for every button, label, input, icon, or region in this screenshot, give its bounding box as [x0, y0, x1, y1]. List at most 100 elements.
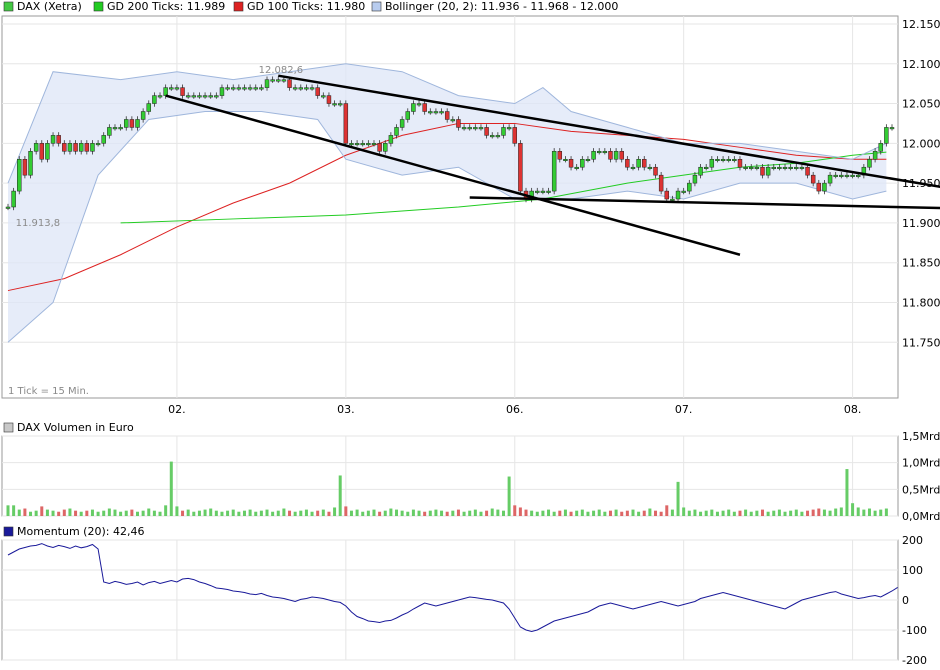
legend-label: GD 200 Ticks: 11.989 — [107, 0, 225, 13]
volume-bar — [862, 509, 866, 516]
momentum-y-tick-label: 100 — [902, 564, 923, 577]
volume-bar — [603, 511, 607, 516]
candle — [84, 143, 90, 152]
volume-bar — [141, 510, 145, 516]
candle — [107, 127, 112, 136]
candle — [22, 159, 28, 176]
price-y-tick-label: 12.000 — [902, 137, 940, 150]
candle — [698, 166, 703, 176]
volume-bar — [670, 509, 674, 516]
volume-bar — [186, 509, 190, 516]
candle — [236, 87, 242, 90]
candle — [197, 95, 202, 98]
volume-bar — [710, 509, 714, 516]
volume-bar — [136, 511, 140, 516]
volume-bar — [175, 506, 179, 516]
volume-bar — [676, 481, 680, 516]
candle — [754, 166, 760, 169]
volume-bar — [592, 510, 596, 516]
candle — [833, 174, 838, 177]
candle — [822, 182, 827, 192]
candle — [140, 111, 146, 120]
volume-bar — [344, 506, 348, 516]
candle — [855, 174, 861, 177]
volume-bar — [327, 511, 331, 516]
candle — [647, 166, 653, 169]
candle — [135, 119, 140, 128]
legend-label: Bollinger (20, 2): 11.936 - 11.968 - 12.… — [385, 0, 618, 13]
candle — [608, 151, 613, 160]
candle — [546, 190, 551, 193]
candle — [461, 127, 467, 130]
volume-bar — [699, 511, 703, 516]
volume-bar — [530, 510, 534, 516]
candle — [456, 119, 461, 128]
candle — [377, 143, 382, 152]
candle — [157, 95, 163, 98]
volume-bar — [299, 510, 303, 516]
volume-bar — [760, 509, 764, 516]
volume-bar — [637, 511, 641, 516]
tick-interval-note: 1 Tick = 15 Min. — [8, 386, 89, 397]
volume-bar — [17, 509, 21, 516]
candle — [658, 174, 664, 192]
volume-bar — [744, 509, 748, 516]
candle — [247, 87, 253, 90]
volume-bar — [406, 511, 410, 516]
price-y-tick-label: 11.850 — [902, 257, 940, 270]
volume-bar — [501, 510, 505, 516]
volume-bar — [231, 509, 235, 516]
volume-bar — [349, 510, 353, 516]
volume-bar — [772, 510, 776, 516]
momentum-legend-swatch — [3, 526, 14, 537]
candle — [321, 95, 326, 98]
volume-bar — [614, 509, 618, 516]
volume-bar — [558, 510, 562, 516]
candle — [872, 151, 878, 160]
volume-bar — [738, 510, 742, 516]
volume-bar — [113, 509, 117, 516]
volume-bar — [654, 510, 658, 516]
candle — [62, 143, 67, 152]
volume-bar — [586, 511, 590, 516]
volume-bar — [648, 508, 652, 516]
volume-bar — [40, 506, 44, 516]
candle — [799, 166, 805, 169]
candle — [292, 87, 298, 90]
volume-bar — [304, 509, 308, 516]
volume-bar — [259, 510, 263, 516]
candle — [50, 135, 56, 144]
volume-bar — [839, 507, 843, 516]
volume-y-tick-label: 1,5Mrd — [902, 430, 940, 443]
volume-bar — [102, 510, 106, 516]
candle — [715, 159, 720, 161]
volume-bar — [665, 505, 669, 516]
candle — [765, 166, 771, 176]
candle — [490, 135, 495, 138]
volume-bar — [507, 476, 511, 516]
candle — [743, 166, 748, 169]
candle — [214, 95, 219, 98]
candle — [388, 135, 394, 144]
high-value-label: 12.082,6 — [259, 65, 304, 76]
volume-bar — [434, 509, 438, 516]
candle — [174, 87, 180, 90]
volume-bar — [90, 509, 94, 516]
volume-bar — [226, 510, 230, 516]
candle — [5, 206, 11, 209]
candle — [653, 166, 658, 176]
volume-bar — [51, 510, 55, 516]
volume-bar — [496, 509, 500, 516]
candle — [146, 103, 151, 112]
volume-bar — [513, 505, 517, 516]
candle — [169, 87, 174, 90]
candle — [231, 87, 236, 90]
volume-bar — [321, 509, 325, 516]
legend-label: DAX (Xetra) — [17, 0, 82, 13]
volume-bar — [209, 508, 213, 516]
candle — [326, 95, 332, 104]
candle — [737, 159, 743, 168]
volume-bar — [276, 510, 280, 516]
volume-bar — [625, 510, 629, 516]
candle — [749, 166, 754, 169]
